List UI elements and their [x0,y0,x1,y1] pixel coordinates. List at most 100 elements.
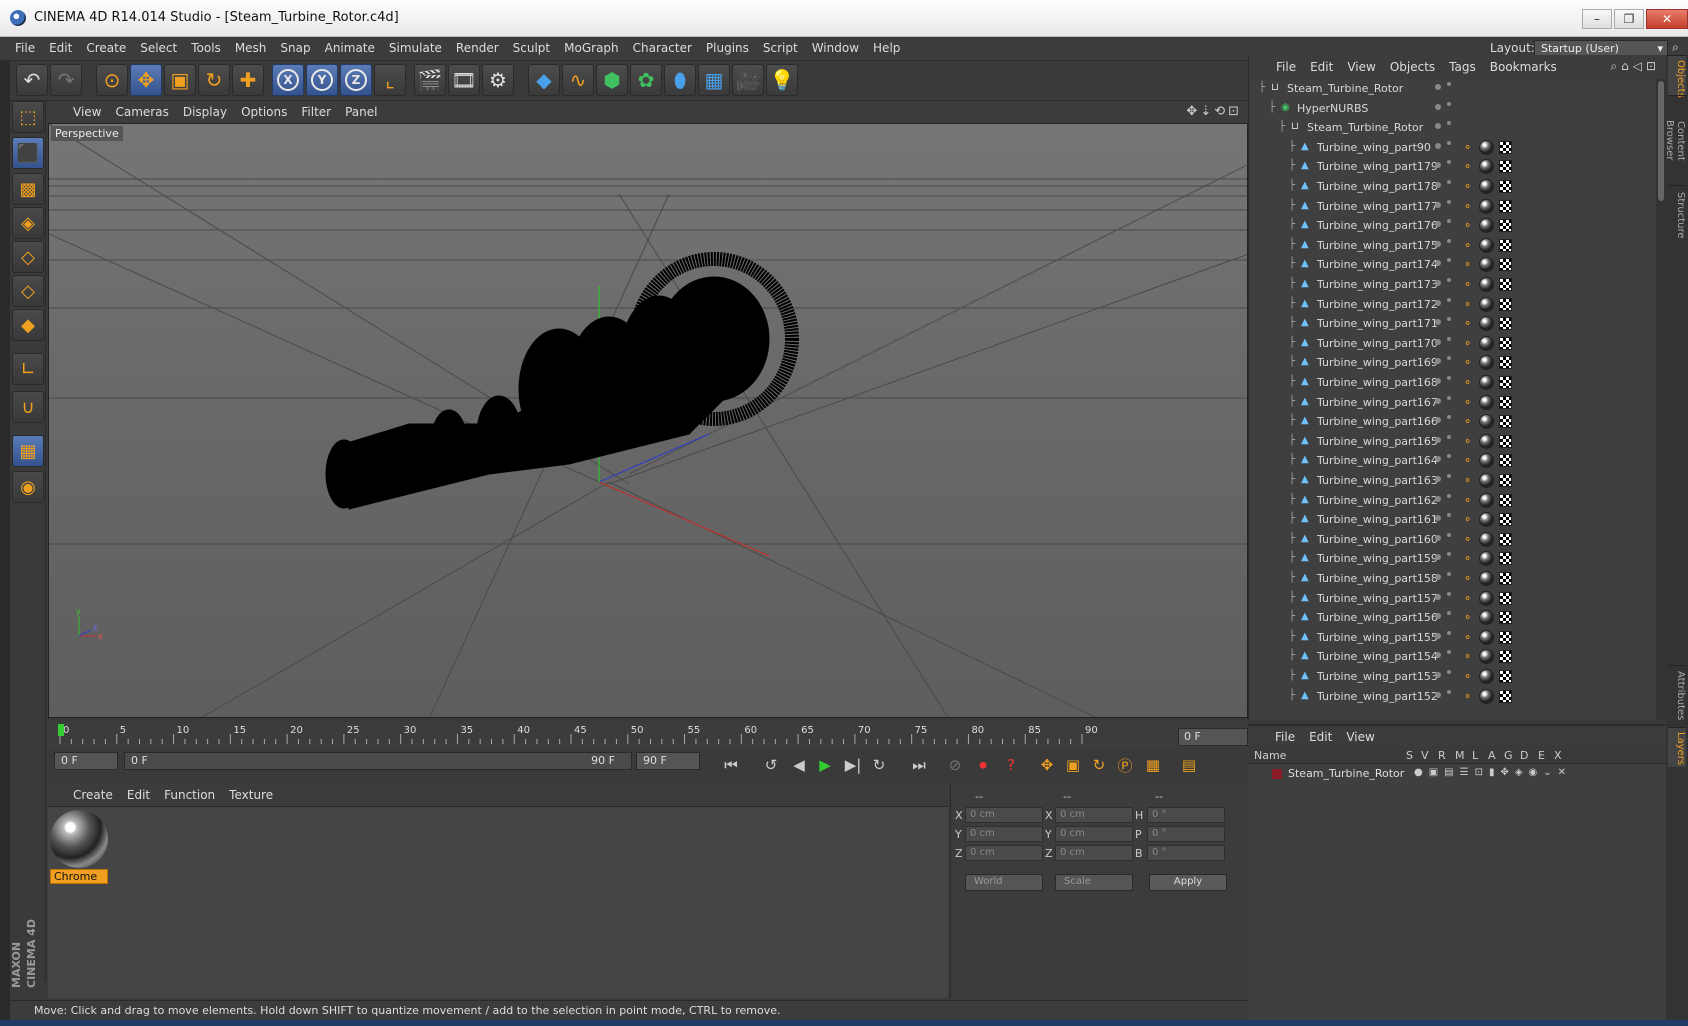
camera-icon[interactable]: 🎥 [732,64,764,96]
object-manager-scrollbar[interactable] [1656,79,1666,720]
layer-column-a[interactable]: A [1488,749,1496,762]
layer-column-m[interactable]: M [1455,749,1465,762]
material-menu-texture[interactable]: Texture [222,784,280,806]
editor-visibility-dot[interactable] [1435,534,1441,541]
render-visibility-dot[interactable] [1447,317,1451,322]
uvw-tag-icon[interactable] [1499,140,1512,154]
x-axis-lock-icon[interactable]: X [272,64,304,96]
phong-tag-icon[interactable]: ⚬ [1463,650,1476,663]
render-visibility-dot[interactable] [1447,650,1451,655]
material-tag-icon[interactable] [1479,433,1494,449]
object-row-part[interactable]: ├ ▲ Turbine_wing_part165 ⚬ [1249,432,1656,452]
light-icon[interactable]: 💡 [766,64,798,96]
material-tag-icon[interactable] [1479,453,1494,469]
spline-pen-icon[interactable]: ∿ [562,64,594,96]
current-frame-field[interactable]: 0 F [1178,728,1248,746]
apply-button[interactable]: Apply [1149,874,1227,891]
coordinate-system-icon[interactable]: ⌞ [374,64,406,96]
layer-column-l[interactable]: L [1472,749,1478,762]
uvw-tag-icon[interactable] [1499,376,1512,389]
material-tag-icon[interactable] [1479,571,1494,586]
go-to-start-icon[interactable]: ⏮ [718,752,744,778]
object-menu-objects[interactable]: Objects [1383,55,1442,79]
uvw-tag-icon[interactable] [1499,572,1512,585]
render-picture-viewer-icon[interactable]: 🎞 [448,64,480,96]
editor-visibility-dot[interactable] [1435,84,1441,90]
object-row-part[interactable]: ├ ▲ Turbine_wing_part177 ⚬ [1249,197,1656,217]
render-visibility-dot[interactable] [1447,415,1451,420]
uvw-tag-icon[interactable] [1499,415,1512,429]
menu-plugins[interactable]: Plugins [699,37,756,59]
editor-visibility-dot[interactable] [1435,456,1441,463]
object-row-part[interactable]: ├ ▲ Turbine_wing_part178 ⚬ [1249,177,1656,197]
coordinate-system-dropdown[interactable]: World [965,874,1043,891]
material-tag-icon[interactable] [1479,590,1494,606]
perspective-viewport[interactable]: Perspective y z x [48,123,1248,718]
material-tag-icon[interactable] [1479,237,1494,253]
object-row-part[interactable]: ├ ▲ Turbine_wing_part164 ⚬ [1249,451,1656,471]
phong-tag-icon[interactable]: ⚬ [1463,317,1476,330]
editor-visibility-dot[interactable] [1435,299,1441,306]
uvw-tag-icon[interactable] [1499,591,1512,605]
material-tag-icon[interactable] [1479,551,1494,567]
object-row-part[interactable]: ├ ▲ Turbine_wing_part166 ⚬ [1249,412,1656,432]
editor-visibility-dot[interactable] [1435,142,1441,149]
render-visibility-dot[interactable] [1447,199,1451,204]
phong-tag-icon[interactable]: ⚬ [1463,631,1476,644]
uvw-tag-icon[interactable] [1499,317,1512,331]
material-tag-icon[interactable] [1479,610,1494,626]
menu-create[interactable]: Create [79,37,133,59]
key-parameter-icon[interactable]: Ⓟ [1112,752,1138,778]
object-row-part[interactable]: ├ ▲ Turbine_wing_part163 ⚬ [1249,471,1656,491]
start-frame-field[interactable]: 0 F [54,752,118,770]
editor-visibility-dot[interactable] [1435,162,1441,169]
render-visibility-dot[interactable] [1447,474,1451,478]
close-button[interactable]: ✕ [1646,9,1688,29]
menu-edit[interactable]: Edit [42,37,79,59]
key-rotation-icon[interactable]: ↻ [1086,752,1112,778]
render-visibility-dot[interactable] [1447,454,1451,459]
render-visibility-dot[interactable] [1447,297,1451,302]
next-key-icon[interactable]: ↻ [866,752,892,778]
live-selection-icon[interactable]: ⊙ [96,64,128,96]
object-manager-nav-icons[interactable]: ⌕⌂◁⊡ [1610,59,1660,74]
menu-character[interactable]: Character [626,37,699,59]
material-tag-icon[interactable] [1479,355,1494,371]
object-row-part[interactable]: ├ ▲ Turbine_wing_part154 ⚬ [1249,647,1656,667]
editor-visibility-dot[interactable] [1435,319,1441,326]
editor-visibility-dot[interactable] [1435,378,1441,384]
editor-visibility-dot[interactable] [1435,417,1441,424]
coord-value-field[interactable]: 0 cm [965,845,1043,861]
layer-column-e[interactable]: E [1538,749,1545,762]
render-visibility-dot[interactable] [1447,552,1451,557]
object-row-part[interactable]: ├ ▲ Turbine_wing_part175 ⚬ [1249,236,1656,256]
editor-visibility-dot[interactable] [1435,672,1441,678]
texture-mode-icon[interactable]: ▩ [12,173,44,205]
layer-column-s[interactable]: S [1406,749,1413,762]
menu-snap[interactable]: Snap [273,37,317,59]
uvw-tag-icon[interactable] [1499,552,1512,566]
menu-tools[interactable]: Tools [184,37,228,59]
render-visibility-dot[interactable] [1447,395,1451,400]
material-menu-function[interactable]: Function [157,784,222,806]
z-axis-lock-icon[interactable]: Z [340,64,372,96]
render-visibility-dot[interactable] [1447,670,1451,674]
material-tag-icon[interactable] [1479,394,1494,410]
uvw-tag-icon[interactable] [1499,434,1512,448]
layer-row[interactable]: Steam_Turbine_Rotor ●▣▤☰⊡▮✥◈◉⌄✕ [1248,766,1666,782]
object-row-part[interactable]: ├ ▲ Turbine_wing_part179 ⚬ [1249,157,1656,177]
phong-tag-icon[interactable]: ⚬ [1463,239,1476,252]
floor-scene-icon[interactable]: ▦ [698,64,730,96]
editor-visibility-dot[interactable] [1435,495,1441,502]
layer-color-swatch[interactable] [1272,769,1282,779]
menu-help[interactable]: Help [866,37,907,59]
render-visibility-dot[interactable] [1447,140,1451,145]
material-tag-icon[interactable] [1479,159,1494,175]
move-tool-icon[interactable]: ✥ [130,64,162,96]
editor-visibility-dot[interactable] [1435,103,1441,110]
render-visibility-dot[interactable] [1447,180,1451,184]
phong-tag-icon[interactable]: ⚬ [1463,337,1476,350]
frame-range-slider[interactable]: 0 F 90 F [124,752,632,770]
play-forward-icon[interactable]: ▶ [812,752,838,778]
object-row-rotor-null[interactable]: ├ ⊔ Steam_Turbine_Rotor [1249,118,1656,138]
